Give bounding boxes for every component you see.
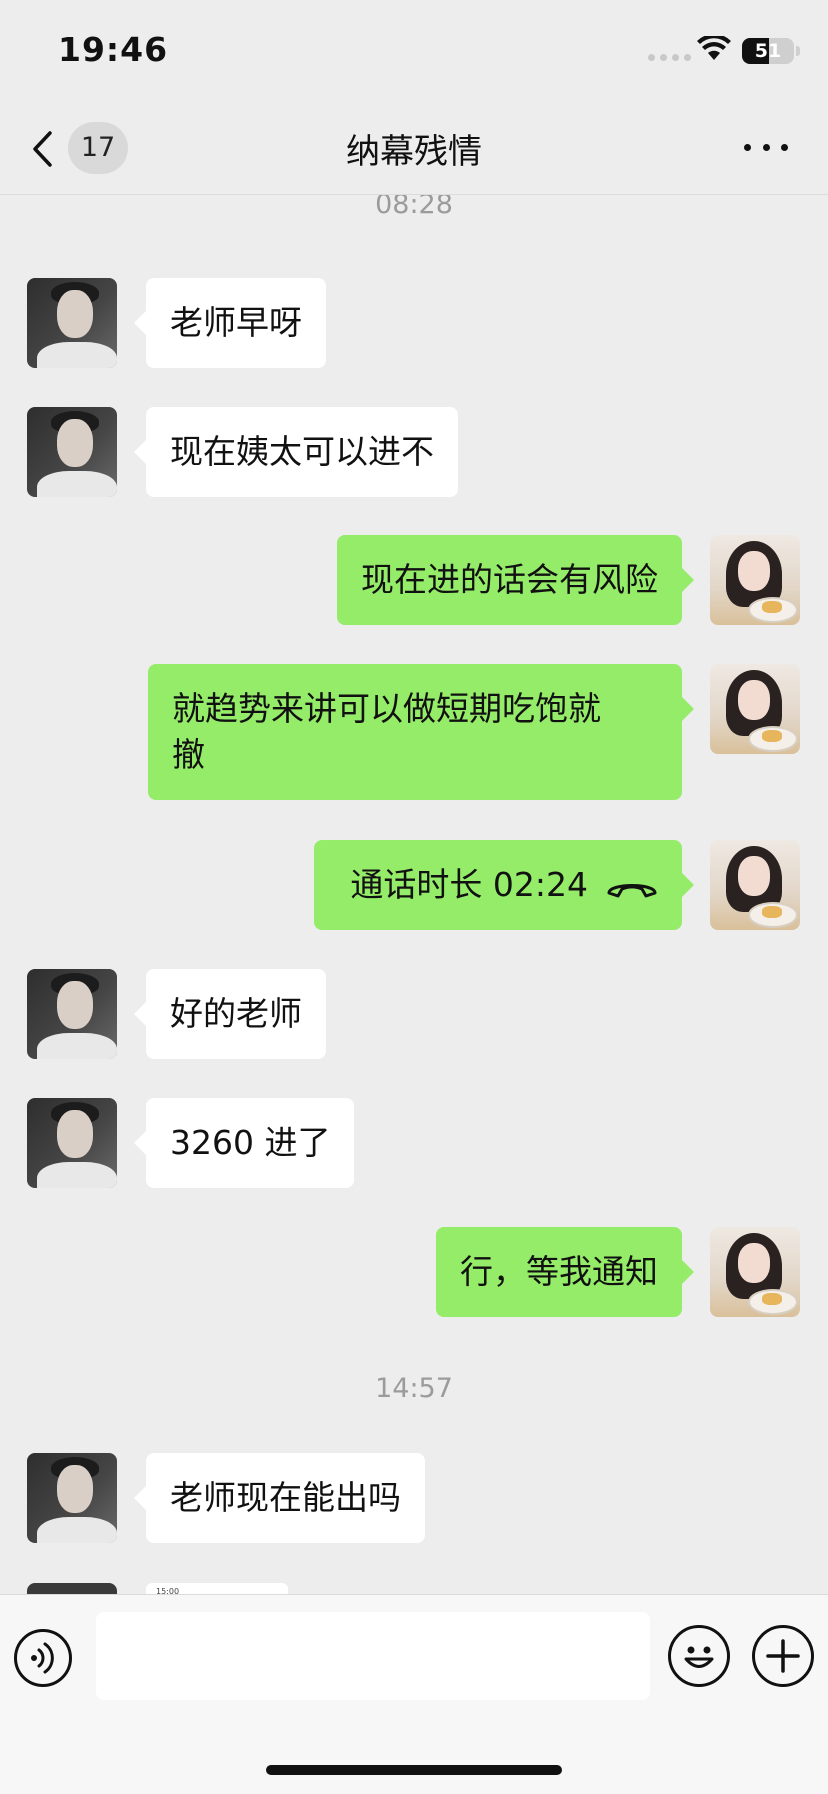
battery-cap xyxy=(796,46,800,56)
incoming-message[interactable]: 好的老师 xyxy=(134,969,326,1059)
call-record-message[interactable]: 通话时长 02:24 xyxy=(314,840,694,930)
contact-avatar[interactable] xyxy=(27,1453,117,1543)
message-text: 3260 进了 xyxy=(170,1123,331,1162)
incoming-message[interactable]: 老师现在能出吗 xyxy=(134,1453,425,1543)
message-text: 行，等我通知 xyxy=(460,1252,658,1291)
voice-icon xyxy=(31,1642,54,1674)
status-time: 19:46 xyxy=(58,30,169,69)
incoming-message[interactable]: 现在姨太可以进不 xyxy=(134,407,458,497)
message-list[interactable]: 08:28 老师早呀 现在姨太可以进不 现在进的话会有风险 就趋势来讲可以做短期… xyxy=(0,195,828,1595)
more-functions-button[interactable] xyxy=(752,1625,814,1687)
my-avatar[interactable] xyxy=(710,1227,800,1317)
status-bar: 19:46 51 xyxy=(0,0,828,100)
contact-avatar[interactable] xyxy=(27,1098,117,1188)
message-text: 现在姨太可以进不 xyxy=(170,432,434,471)
chat-header: 17 纳幕残情 xyxy=(0,100,828,195)
message-text: 好的老师 xyxy=(170,994,302,1033)
message-input[interactable] xyxy=(96,1612,650,1700)
contact-avatar[interactable] xyxy=(27,407,117,497)
wifi-icon xyxy=(697,36,731,60)
emoji-button[interactable] xyxy=(668,1625,730,1687)
input-bar xyxy=(0,1594,828,1794)
contact-avatar[interactable] xyxy=(27,969,117,1059)
incoming-message[interactable]: 老师早呀 xyxy=(134,278,326,368)
my-avatar[interactable] xyxy=(710,840,800,930)
phone-hangup-icon xyxy=(607,883,657,897)
battery-icon: 51 xyxy=(742,38,794,64)
my-avatar[interactable] xyxy=(710,664,800,754)
timestamp: 14:57 xyxy=(375,1373,453,1404)
outgoing-message[interactable]: 现在进的话会有风险 xyxy=(337,535,694,625)
timestamp: 08:28 xyxy=(375,195,453,220)
message-text: 老师现在能出吗 xyxy=(170,1478,401,1517)
emoji-icon xyxy=(684,1646,714,1668)
more-options-button[interactable] xyxy=(744,142,788,154)
message-text-line: 撤 xyxy=(172,735,205,774)
message-text: 现在进的话会有风险 xyxy=(361,560,658,599)
outgoing-message[interactable]: 行，等我通知 xyxy=(436,1227,694,1317)
signal-icon xyxy=(648,54,691,61)
my-avatar[interactable] xyxy=(710,535,800,625)
home-indicator xyxy=(266,1765,562,1775)
chat-title: 纳幕残情 xyxy=(346,132,482,172)
voice-input-button[interactable] xyxy=(14,1629,72,1687)
message-text: 老师早呀 xyxy=(170,303,302,342)
outgoing-message[interactable]: 就趋势来讲可以做短期吃饱就 撤 xyxy=(148,664,694,800)
plus-icon xyxy=(766,1639,800,1673)
contact-avatar[interactable] xyxy=(27,278,117,368)
call-duration-text: 通话时长 02:24 xyxy=(350,865,588,904)
message-text-line: 就趋势来讲可以做短期吃饱就 xyxy=(172,689,601,728)
battery-level-text: 51 xyxy=(754,40,782,62)
incoming-message[interactable]: 3260 进了 xyxy=(133,1098,355,1188)
